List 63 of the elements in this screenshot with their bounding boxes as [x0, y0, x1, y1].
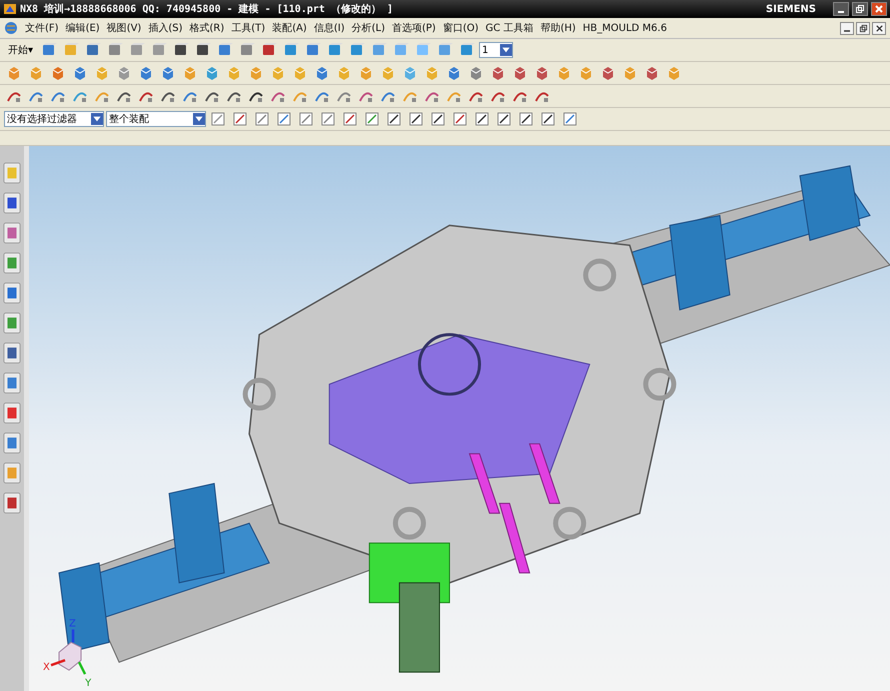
axis-label: Y — [85, 678, 92, 690]
resource-tab-icon[interactable] — [3, 192, 21, 214]
app-logo-icon — [3, 2, 17, 16]
tool-icon[interactable] — [342, 111, 358, 127]
tool-icon[interactable] — [496, 111, 512, 127]
resource-tab-icon[interactable] — [3, 312, 21, 334]
menu-item[interactable]: 分析(L) — [352, 21, 385, 35]
minimize-icon — [844, 30, 850, 32]
resource-tab-icon[interactable] — [3, 252, 21, 274]
start-button[interactable]: 开始▾ — [4, 43, 38, 57]
close-icon — [874, 4, 884, 14]
scope-select[interactable]: 整个装配 — [106, 111, 206, 127]
menu-item[interactable]: 视图(V) — [106, 21, 142, 35]
minimize-button[interactable] — [840, 22, 854, 34]
axis-label: X — [43, 662, 50, 674]
resource-tab-icon[interactable] — [3, 282, 21, 304]
tool-icon[interactable] — [474, 111, 490, 127]
restore-icon — [858, 24, 868, 32]
tool-icon[interactable] — [386, 111, 402, 127]
resource-tab-icon[interactable] — [3, 432, 21, 454]
close-icon — [874, 24, 884, 32]
tool-icon[interactable] — [408, 111, 424, 127]
menu-item[interactable]: 工具(T) — [231, 21, 266, 35]
menu-item[interactable]: 格式(R) — [190, 21, 224, 35]
menu-item[interactable]: 窗口(O) — [442, 21, 479, 35]
menu-item[interactable]: 文件(F) — [25, 21, 59, 35]
caret-icon — [500, 44, 512, 56]
tool-icon[interactable] — [173, 42, 190, 58]
tool-icon[interactable] — [430, 111, 446, 127]
tool-icon[interactable] — [195, 42, 212, 58]
close-button[interactable] — [872, 22, 886, 34]
menu-item[interactable]: 编辑(E) — [66, 21, 100, 35]
menu-item[interactable]: 插入(S) — [148, 21, 182, 35]
brand-label: SIEMENS — [766, 4, 816, 14]
tool-icon[interactable] — [232, 111, 248, 127]
tool-icon[interactable] — [540, 111, 556, 127]
menu-item[interactable]: GC 工具箱 — [486, 21, 534, 35]
resource-tab-icon[interactable] — [3, 462, 21, 484]
globe-icon — [4, 21, 18, 35]
caret-icon — [193, 113, 205, 125]
resource-tab-icon[interactable] — [3, 222, 21, 244]
resource-tab-icon[interactable] — [3, 162, 21, 184]
resource-tab-icon[interactable] — [3, 372, 21, 394]
minimize-icon — [838, 10, 844, 12]
window-title: NX8 培训→18888668006 QQ: 740945800 - 建模 - [110.prt （修改的） ] — [20, 2, 393, 16]
caret-icon — [91, 113, 103, 125]
menu-item[interactable]: 信息(I) — [314, 21, 345, 35]
axis-label: Z — [69, 618, 76, 630]
minimize-button[interactable] — [833, 2, 849, 16]
filter-select[interactable]: 没有选择过滤器 — [4, 111, 104, 127]
resource-tab-icon[interactable] — [3, 402, 21, 424]
tool-icon[interactable] — [518, 111, 534, 127]
axis-triad-drawing — [50, 629, 86, 675]
restore-button[interactable] — [852, 2, 868, 16]
menu-item[interactable]: HB_MOULD M6.6 — [582, 22, 667, 34]
resource-tab-icon[interactable] — [3, 342, 21, 364]
menu-item[interactable]: 首选项(P) — [392, 21, 436, 35]
menu-item[interactable]: 帮助(H) — [540, 21, 576, 35]
resource-tab-icon[interactable] — [3, 492, 21, 514]
menu-item[interactable]: 装配(A) — [272, 21, 307, 35]
tool-icon[interactable] — [452, 111, 468, 127]
restore-button[interactable] — [856, 22, 870, 34]
layer-select[interactable]: 1 — [479, 42, 514, 58]
